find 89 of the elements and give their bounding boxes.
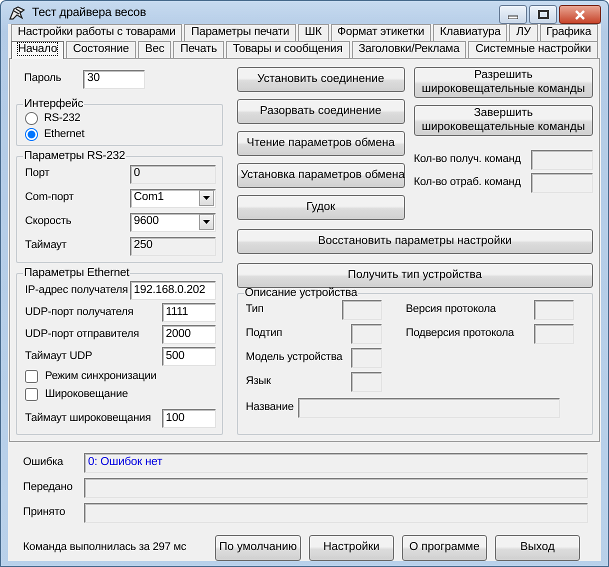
field-label: IP-адрес получателя xyxy=(25,284,128,298)
info-field[interactable] xyxy=(298,398,560,418)
group-title: Описание устройства xyxy=(244,288,358,300)
field-label: Подверсия протокола xyxy=(406,326,514,340)
tab[interactable]: Параметры печати xyxy=(184,24,296,41)
input-field[interactable]: 100 xyxy=(162,409,216,428)
counter-field[interactable] xyxy=(531,150,593,170)
tab[interactable]: Настройки работы с товарами xyxy=(11,24,182,41)
command-button[interactable]: Гудок xyxy=(236,195,405,220)
status-text: Команда выполнилась за 297 мс xyxy=(23,541,188,555)
command-button[interactable]: Чтение параметров обмена xyxy=(236,131,405,156)
info-field[interactable] xyxy=(534,300,574,320)
info-field[interactable] xyxy=(350,324,382,344)
field-label: Кол-во получ. команд xyxy=(414,152,521,166)
tab[interactable]: ЛУ xyxy=(509,24,538,41)
checkbox[interactable] xyxy=(25,388,38,401)
field-label: Передано xyxy=(23,480,74,494)
input-field[interactable]: 500 xyxy=(162,347,216,366)
tab[interactable]: Вес xyxy=(138,41,172,58)
command-button[interactable]: Разрешить широковещательные команды xyxy=(414,67,593,98)
group-title: Параметры Ethernet xyxy=(23,268,130,280)
field-label: UDP-порт получателя xyxy=(25,306,134,320)
field-label: Версия протокола xyxy=(406,302,496,316)
tab[interactable]: Формат этикетки xyxy=(330,24,432,41)
footer-button[interactable]: Настройки xyxy=(308,535,394,561)
footer-button[interactable]: О программе xyxy=(402,535,487,561)
checkbox[interactable] xyxy=(25,370,38,383)
tab[interactable]: Клавиатура xyxy=(433,24,508,41)
tab[interactable]: Графика xyxy=(540,24,598,41)
field-label: Ошибка xyxy=(23,456,64,470)
field-label: Таймаут широковещания xyxy=(25,412,151,426)
field-label: Тип xyxy=(246,302,264,316)
info-field[interactable] xyxy=(534,324,574,344)
radio-label: RS-232 xyxy=(44,112,80,126)
radio-button[interactable] xyxy=(25,112,38,125)
window-title: Тест драйвера весов xyxy=(32,5,146,20)
radio-button[interactable] xyxy=(25,128,38,141)
field-label: Com-порт xyxy=(25,191,74,205)
field-label: Скорость xyxy=(25,215,72,229)
info-field[interactable] xyxy=(342,300,382,320)
command-button[interactable]: Завершить широковещательные команды xyxy=(414,105,593,136)
tab[interactable]: Состояние xyxy=(66,41,136,58)
group-title: Параметры RS-232 xyxy=(23,150,126,162)
radio-label: Ethernet xyxy=(44,128,84,142)
app-icon xyxy=(8,4,26,20)
field-label: Кол-во отраб. команд xyxy=(414,176,521,190)
field-label: Язык xyxy=(246,374,271,388)
info-field[interactable] xyxy=(350,348,382,368)
field-label: Подтип xyxy=(246,326,282,340)
output-field[interactable] xyxy=(84,502,588,522)
maximize-button[interactable] xyxy=(529,5,557,24)
field-label: Порт xyxy=(25,167,50,181)
output-field[interactable] xyxy=(84,478,588,498)
field-label: Таймаут UDP xyxy=(25,350,92,364)
footer-button[interactable]: Выход xyxy=(494,535,580,561)
output-field[interactable]: 0: Ошибок нет xyxy=(84,452,588,472)
checkbox-label: Режим синхронизации xyxy=(45,370,157,384)
command-button[interactable]: Восстановить параметры настройки xyxy=(236,229,593,254)
field-label: Название xyxy=(246,400,294,414)
input-field[interactable]: 192.168.0.202 xyxy=(130,281,216,300)
input-field[interactable]: 1111 xyxy=(162,303,216,322)
password-field[interactable]: 30 xyxy=(83,70,146,88)
tab[interactable]: Начало xyxy=(11,41,64,59)
command-button[interactable]: Разорвать соединение xyxy=(236,99,405,124)
dropdown[interactable]: Com1 xyxy=(130,188,216,208)
minimize-button[interactable] xyxy=(499,5,527,24)
info-field[interactable] xyxy=(350,372,382,392)
field-label: Модель устройства xyxy=(246,350,342,364)
field-label: UDP-порт отправителя xyxy=(25,328,140,342)
command-button[interactable]: Установить соединение xyxy=(236,67,405,92)
field-label: Таймаут xyxy=(25,239,67,253)
maximize-icon xyxy=(538,10,548,19)
tab[interactable]: Заголовки/Реклама xyxy=(352,41,466,58)
group-title: Интерфейс xyxy=(23,99,84,110)
tab[interactable]: Системные настройки xyxy=(468,41,598,58)
counter-field[interactable] xyxy=(531,172,593,192)
tab[interactable]: Товары и сообщения xyxy=(226,41,350,58)
tab[interactable]: Печать xyxy=(173,41,224,58)
input-field[interactable]: 2000 xyxy=(162,325,216,344)
field-label: Принято xyxy=(23,506,66,520)
command-button[interactable]: Установка параметров обмена xyxy=(236,163,405,188)
dropdown[interactable]: 9600 xyxy=(130,212,216,232)
field-label: Пароль xyxy=(24,72,62,86)
close-button[interactable] xyxy=(559,5,601,24)
footer-button[interactable]: По умолчанию xyxy=(215,535,301,561)
tab[interactable]: ШК xyxy=(298,24,329,41)
checkbox-label: Широковещание xyxy=(45,388,128,402)
command-button[interactable]: Получить тип устройства xyxy=(236,263,593,288)
close-icon xyxy=(574,10,586,20)
